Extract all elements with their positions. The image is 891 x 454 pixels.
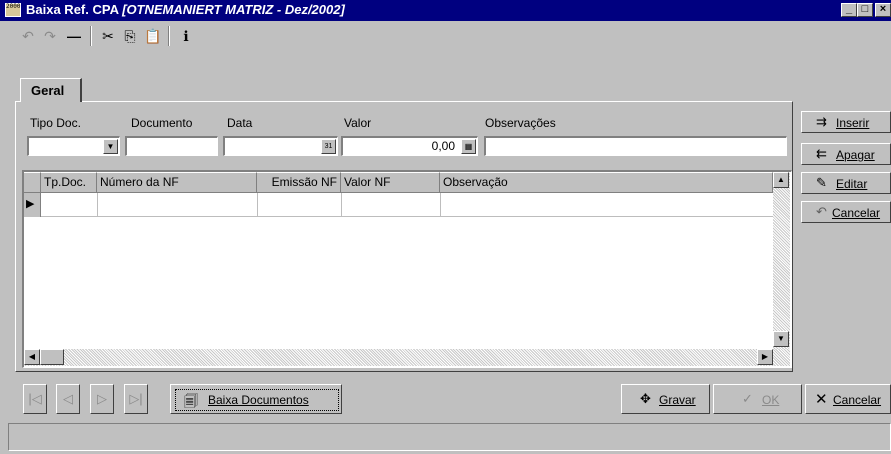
cancelar-label: Cancelar: [833, 393, 882, 407]
gravar-button[interactable]: ✥ Gravar: [621, 384, 710, 414]
apagar-label: Apagar: [836, 148, 875, 162]
cancelar-edit-label: Cancelar: [832, 206, 881, 220]
cancelar-edit-button[interactable]: ↶ Cancelar: [801, 201, 891, 223]
minimize-button[interactable]: _: [841, 3, 857, 17]
tipo-doc-select[interactable]: ▼: [27, 136, 120, 156]
nav-last-button[interactable]: ▷|: [124, 384, 148, 414]
horizontal-scrollbar[interactable]: ◀ ▶: [24, 349, 790, 366]
documento-input[interactable]: [125, 136, 218, 156]
observacoes-label: Observações: [485, 116, 556, 130]
documents-grid[interactable]: Tp.Doc. Número da NF Emissão NF Valor NF…: [22, 170, 792, 368]
calendar-icon[interactable]: 31: [321, 139, 336, 154]
column-header-emissao-nf[interactable]: Emissão NF: [257, 172, 341, 193]
baixa-documentos-label: Baixa Documentos: [208, 393, 309, 407]
window-title-company: [OTNEMANIERT MATRIZ - Dez/2002]: [122, 2, 345, 17]
toolbar-separator: [90, 26, 92, 46]
inserir-label: Inserir: [836, 116, 870, 130]
baixa-documentos-button[interactable]: 🗐 Baixa Documentos: [170, 384, 342, 414]
status-bar: [8, 423, 891, 451]
ok-button[interactable]: ✓ OK: [713, 384, 802, 414]
valor-value: 0,00: [431, 139, 455, 153]
window-title: Baixa Ref. CPA [OTNEMANIERT MATRIZ - Dez…: [26, 2, 345, 17]
grid-cell-divider: [257, 193, 258, 217]
info-icon[interactable]: ℹ: [176, 26, 196, 46]
documents-icon: 🗐: [184, 393, 198, 409]
chevron-down-icon[interactable]: ▼: [103, 139, 118, 154]
grid-corner-header: [24, 172, 41, 193]
scroll-down-icon[interactable]: ▼: [773, 331, 789, 347]
column-header-numero-nf[interactable]: Número da NF: [97, 172, 257, 193]
delete-record-icon[interactable]: —: [64, 26, 84, 46]
grid-row-divider: [41, 216, 773, 217]
current-row-arrow-icon: ▶: [26, 198, 35, 210]
title-bar: 2000 Baixa Ref. CPA [OTNEMANIERT MATRIZ …: [0, 0, 891, 21]
editar-button[interactable]: ✎ Editar: [801, 172, 891, 194]
scroll-left-icon[interactable]: ◀: [24, 349, 40, 365]
valor-label: Valor: [344, 116, 372, 130]
calculator-icon[interactable]: ▦: [461, 139, 476, 154]
ok-label: OK: [762, 393, 780, 407]
column-header-valor-nf[interactable]: Valor NF: [341, 172, 440, 193]
scroll-right-icon[interactable]: ▶: [757, 349, 773, 365]
documento-label: Documento: [131, 116, 193, 130]
delete-icon: ⇇: [816, 146, 827, 161]
column-header-observacao[interactable]: Observação: [440, 172, 773, 193]
valor-input[interactable]: 0,00 ▦: [341, 136, 478, 156]
cancel-x-icon: ✕: [815, 391, 828, 408]
undo-icon[interactable]: ↶: [18, 26, 38, 46]
observacoes-input[interactable]: [484, 136, 787, 156]
window-title-main: Baixa Ref. CPA: [26, 2, 119, 17]
undo-icon: ↶: [816, 204, 827, 219]
editar-label: Editar: [836, 177, 868, 191]
nav-next-button[interactable]: ▷: [90, 384, 114, 414]
column-header-tp-doc[interactable]: Tp.Doc.: [41, 172, 97, 193]
data-input[interactable]: 31: [223, 136, 338, 156]
tipo-doc-label: Tipo Doc.: [30, 116, 81, 130]
inserir-button[interactable]: ⇉ Inserir: [801, 111, 891, 133]
scroll-up-icon[interactable]: ▲: [773, 172, 789, 188]
cut-icon[interactable]: ✂: [98, 26, 118, 46]
paste-icon[interactable]: 📋: [143, 26, 163, 46]
edit-icon: ✎: [816, 175, 827, 190]
toolbar: ↶ ↷ — ✂ ⎘ 📋 ℹ: [10, 24, 242, 48]
save-icon: ✥: [640, 391, 651, 406]
data-label: Data: [227, 116, 253, 130]
row-indicator[interactable]: ▶: [24, 193, 41, 217]
app-icon[interactable]: 2000: [5, 3, 21, 17]
insert-icon: ⇉: [816, 114, 827, 129]
tab-geral[interactable]: Geral: [20, 78, 82, 102]
maximize-button[interactable]: □: [857, 3, 873, 17]
grid-cell-divider: [440, 193, 441, 217]
grid-cell-divider: [341, 193, 342, 217]
checkmark-icon: ✓: [742, 391, 753, 406]
redo-icon[interactable]: ↷: [40, 26, 60, 46]
apagar-button[interactable]: ⇇ Apagar: [801, 143, 891, 165]
cancelar-button[interactable]: ✕ Cancelar: [805, 384, 891, 414]
close-button[interactable]: ×: [875, 3, 891, 17]
gravar-label: Gravar: [659, 393, 696, 407]
vertical-scrollbar[interactable]: ▲ ▼: [773, 172, 790, 349]
toolbar-separator: [168, 26, 170, 46]
nav-prev-button[interactable]: ◁: [56, 384, 80, 414]
copy-icon[interactable]: ⎘: [120, 26, 140, 46]
horizontal-scroll-thumb[interactable]: [40, 349, 64, 365]
grid-cell-divider: [97, 193, 98, 217]
nav-first-button[interactable]: |◁: [23, 384, 47, 414]
tab-geral-label: Geral: [31, 83, 65, 98]
